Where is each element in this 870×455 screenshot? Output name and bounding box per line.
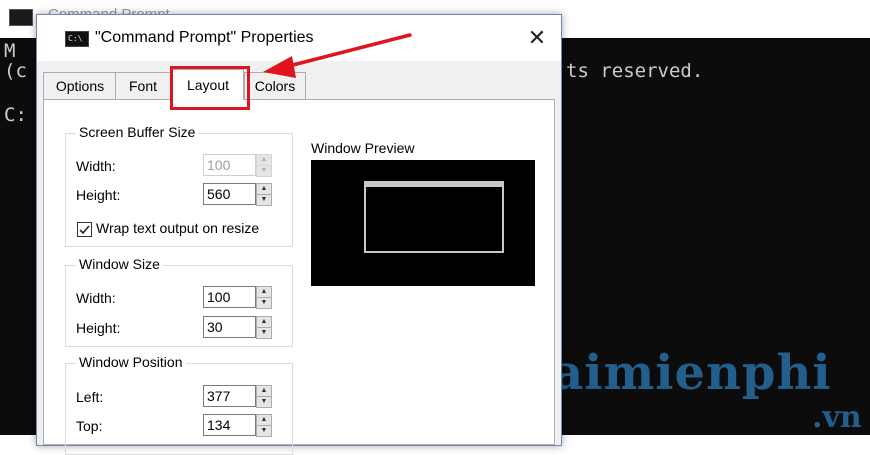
tab-highlight-box: [170, 66, 250, 110]
properties-dialog: C:\ "Command Prompt" Properties ✕ Option…: [36, 14, 562, 455]
position-top-input[interactable]: 134: [203, 414, 256, 436]
window-width-spinner: 100 ▲ ▼: [203, 286, 275, 309]
spin-down-icon[interactable]: ▼: [256, 327, 272, 339]
spin-down-icon[interactable]: ▼: [256, 425, 272, 437]
window-size-group: Window Size Width: 100 ▲ ▼ Height: 30 ▲ …: [65, 256, 293, 347]
group-title: Screen Buffer Size: [76, 124, 199, 140]
watermark-logo-suffix: .vn: [812, 400, 862, 435]
checkmark-icon: [79, 225, 90, 235]
position-left-input[interactable]: 377: [203, 385, 256, 407]
close-button[interactable]: ✕: [525, 26, 549, 50]
buffer-width-label: Width:: [76, 158, 116, 174]
position-left-label: Left:: [76, 389, 104, 405]
console-line: C:: [4, 104, 27, 126]
position-left-spinner: 377 ▲ ▼: [203, 385, 275, 408]
window-height-label: Height:: [76, 320, 121, 336]
preview-window-titlebar: [366, 183, 502, 187]
screen-buffer-group: Screen Buffer Size Width: 100 ▲ ▼ Height…: [65, 124, 293, 247]
window-position-group: Window Position Left: 377 ▲ ▼ Top: 134 ▲…: [65, 354, 293, 455]
buffer-width-input: 100: [203, 154, 256, 176]
dialog-titlebar[interactable]: C:\ "Command Prompt" Properties ✕: [37, 15, 561, 61]
spin-down-icon: ▼: [256, 165, 272, 177]
console-copyright-text: ts reserved.: [566, 60, 704, 82]
layout-tab-panel: Screen Buffer Size Width: 100 ▲ ▼ Height…: [43, 99, 555, 455]
window-height-input[interactable]: 30: [203, 316, 256, 338]
console-app-icon: C:\: [65, 31, 89, 47]
window-width-label: Width:: [76, 290, 116, 306]
window-preview-label: Window Preview: [311, 140, 415, 156]
buffer-height-input[interactable]: 560: [203, 183, 256, 205]
watermark-logo: Taimienphi: [520, 345, 832, 401]
position-top-label: Top:: [76, 418, 103, 434]
position-top-spinner: 134 ▲ ▼: [203, 414, 275, 437]
wrap-text-checkbox[interactable]: [77, 222, 92, 237]
group-title: Window Position: [76, 354, 186, 370]
wrap-text-label: Wrap text output on resize: [96, 220, 260, 236]
console-line: (c: [4, 60, 27, 82]
buffer-height-label: Height:: [76, 187, 121, 203]
tab-font[interactable]: Font: [115, 72, 171, 99]
spin-down-icon[interactable]: ▼: [256, 194, 272, 206]
window-width-input[interactable]: 100: [203, 286, 256, 308]
buffer-width-spinner: 100 ▲ ▼: [203, 154, 275, 177]
tab-colors[interactable]: Colors: [244, 72, 306, 99]
group-title: Window Size: [76, 256, 163, 272]
console-line: M: [4, 40, 16, 62]
spin-down-icon[interactable]: ▼: [256, 396, 272, 408]
spin-down-icon[interactable]: ▼: [256, 297, 272, 309]
window-height-spinner: 30 ▲ ▼: [203, 316, 275, 339]
buffer-height-spinner: 560 ▲ ▼: [203, 183, 275, 206]
dialog-title: "Command Prompt" Properties: [95, 29, 314, 46]
preview-window-outline: [364, 181, 504, 253]
window-preview-box: [311, 160, 535, 286]
tab-options[interactable]: Options: [43, 72, 117, 99]
console-app-icon: [9, 9, 33, 26]
